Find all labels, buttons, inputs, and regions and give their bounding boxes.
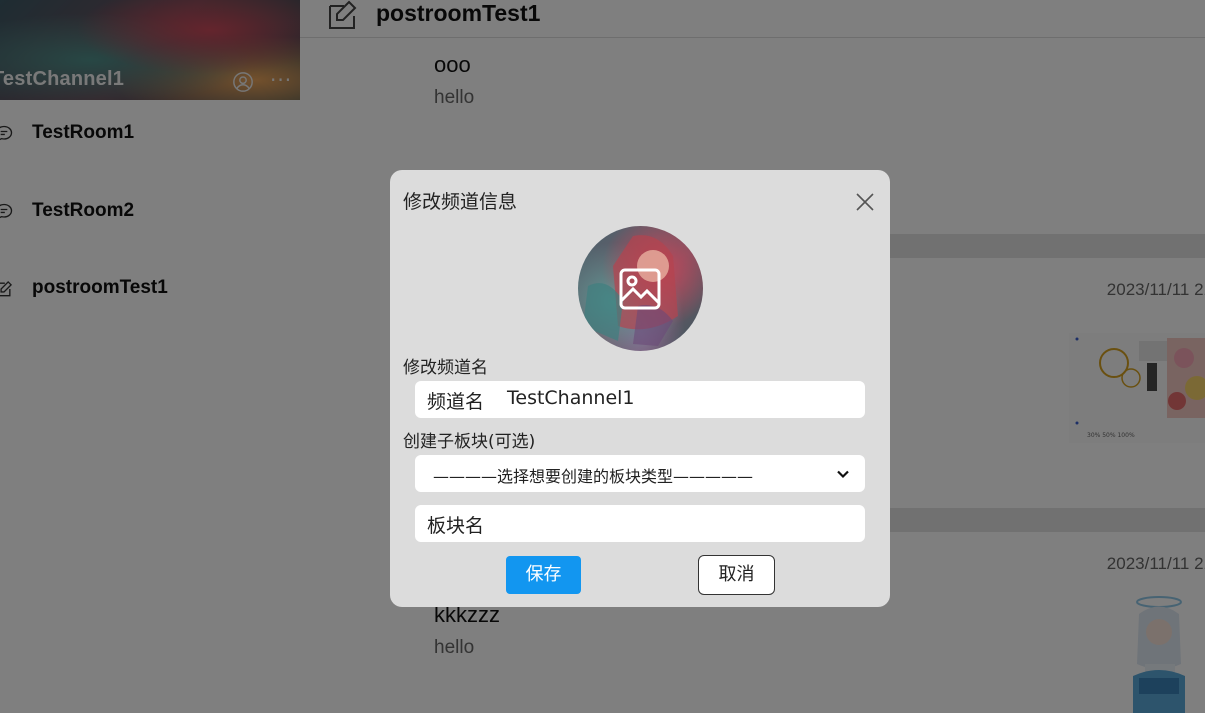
board-type-selected: ————选择想要创建的板块类型————— bbox=[433, 467, 754, 486]
image-icon bbox=[619, 268, 661, 310]
save-button[interactable]: 保存 bbox=[506, 556, 581, 594]
channel-name-label: 频道名 bbox=[427, 391, 485, 413]
rename-section-label: 修改频道名 bbox=[403, 358, 488, 378]
cancel-button[interactable]: 取消 bbox=[698, 555, 775, 595]
board-name-placeholder: 板块名 bbox=[427, 515, 485, 537]
chevron-down-icon bbox=[837, 470, 849, 479]
board-name-input[interactable]: 板块名 bbox=[415, 505, 865, 542]
dialog-title: 修改频道信息 bbox=[403, 191, 518, 213]
channel-name-field[interactable]: 频道名 TestChannel1 bbox=[415, 381, 865, 418]
close-icon[interactable] bbox=[854, 191, 876, 213]
edit-channel-dialog: 修改频道信息 修改频道名 频道名 TestChannel1 创建子板块(可选) … bbox=[390, 170, 890, 607]
sub-board-section-label: 创建子板块(可选) bbox=[403, 432, 536, 452]
channel-avatar-upload[interactable] bbox=[578, 226, 703, 351]
board-type-select[interactable]: ————选择想要创建的板块类型————— bbox=[415, 455, 865, 492]
channel-name-input[interactable]: TestChannel1 bbox=[507, 387, 635, 409]
